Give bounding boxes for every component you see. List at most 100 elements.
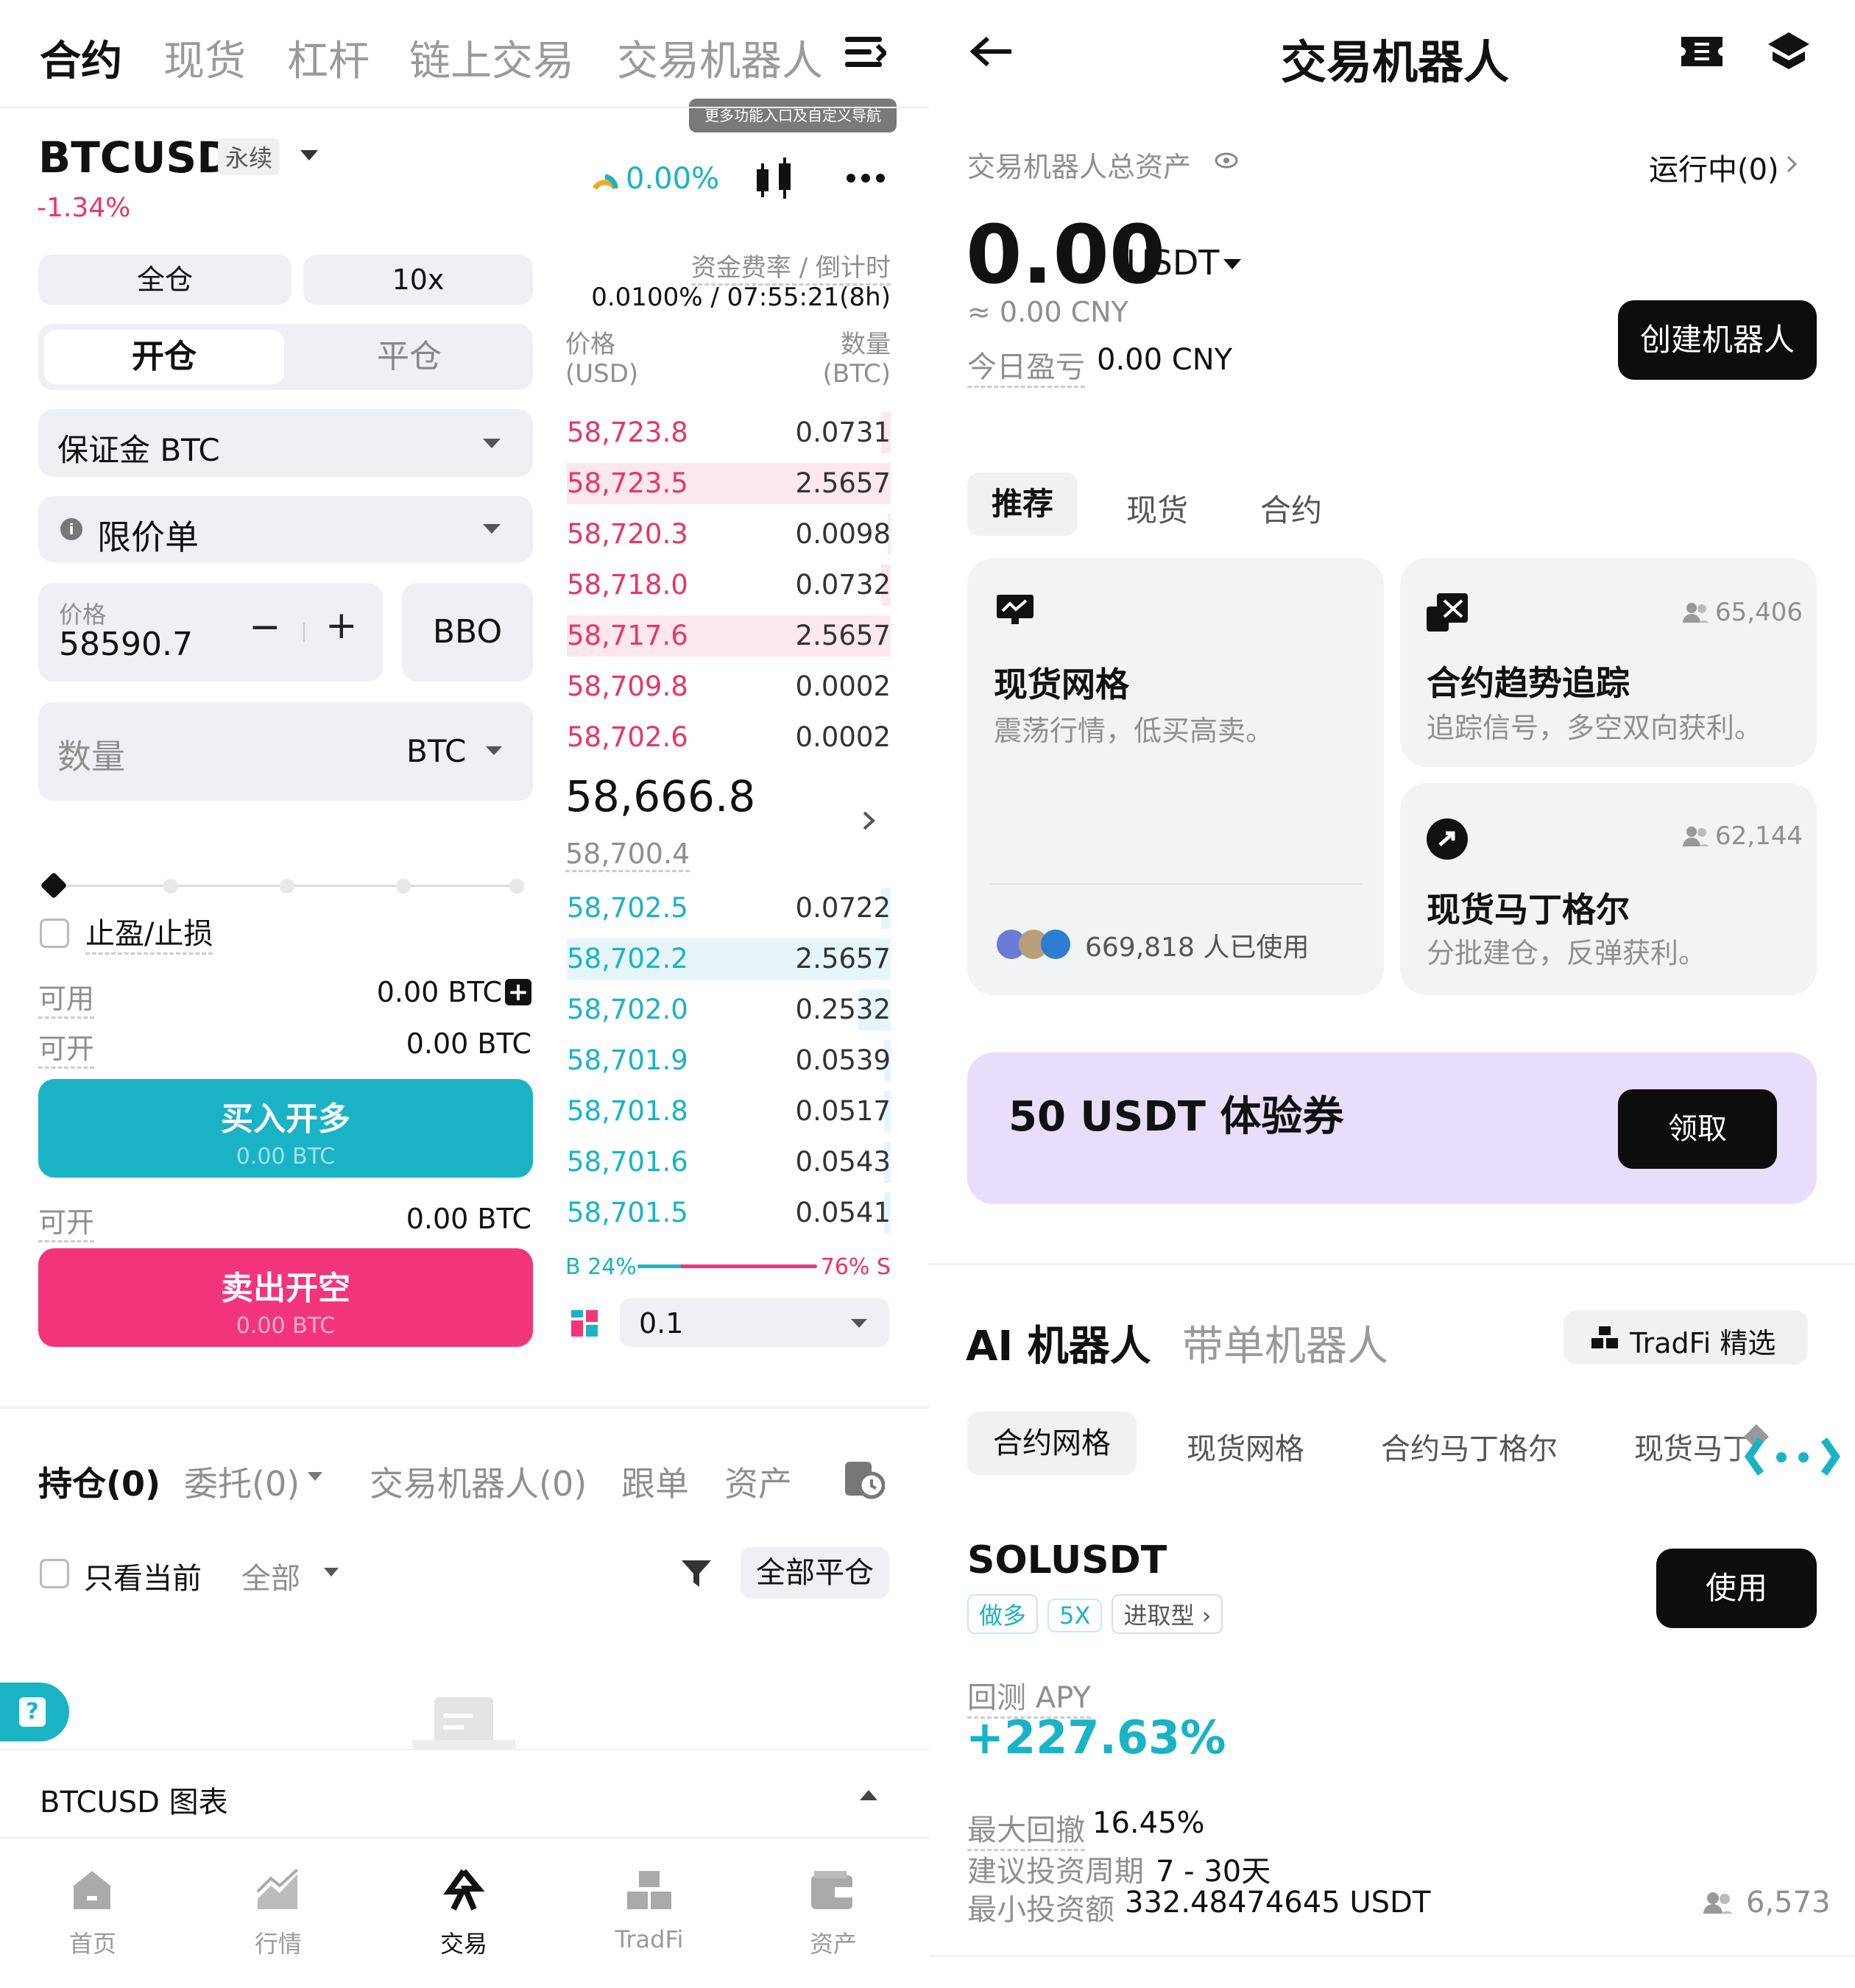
chevron-right-icon[interactable] [861, 810, 877, 832]
only-current-checkbox[interactable] [40, 1559, 69, 1588]
tab-spot-grid[interactable]: 现货网格 [1187, 1425, 1304, 1468]
chart-bar-label[interactable]: BTCUSD 图表 [40, 1778, 228, 1821]
order-type-select[interactable]: i 限价单 [38, 496, 533, 562]
tpsl-checkbox[interactable] [40, 919, 69, 948]
tab-futures-grid[interactable]: 合约网格 [967, 1412, 1137, 1475]
chevron-down-icon[interactable] [308, 1472, 322, 1481]
quantity-unit[interactable]: BTC [406, 733, 466, 769]
ai-assistant-icon[interactable] [1744, 1431, 1841, 1482]
tab-futures[interactable]: 合约 [40, 28, 122, 88]
ask-row[interactable]: 58,723.5 2.5657 [567, 460, 891, 504]
nav-tradfi[interactable]: TradFi [576, 1925, 723, 1953]
margin-mode-button[interactable]: 全仓 [38, 255, 292, 305]
chevron-up-icon[interactable] [860, 1790, 877, 1800]
quantity-slider[interactable] [40, 871, 524, 901]
market-icon[interactable] [256, 1868, 300, 1911]
ticket-icon[interactable] [1680, 35, 1724, 68]
tab-margin[interactable]: 杠杆 [287, 28, 370, 88]
buy-long-button[interactable]: 买入开多 0.00 BTC [38, 1079, 533, 1178]
nav-home[interactable]: 首页 [19, 1925, 166, 1959]
price-input[interactable]: 价格 58590.7 − + [38, 583, 383, 682]
tab-positions[interactable]: 持仓(0) [38, 1457, 160, 1506]
margin-currency-select[interactable]: 保证金 BTC [38, 409, 533, 477]
all-filter[interactable]: 全部 [241, 1554, 300, 1597]
use-strategy-button[interactable]: 使用 [1656, 1549, 1817, 1628]
bid-row[interactable]: 58,701.8 0.0517 [567, 1088, 891, 1132]
chevron-right-icon[interactable] [1786, 155, 1798, 174]
tutorial-icon[interactable] [1767, 31, 1811, 72]
layout-icon[interactable] [571, 1310, 599, 1338]
spot-grid-card[interactable]: 现货网格 震荡行情，低买高卖。 669,818 人已使用 [967, 558, 1384, 995]
tab-recommended[interactable]: 推荐 [967, 473, 1078, 536]
running-count[interactable]: 运行中(0) [1649, 146, 1779, 188]
ask-row[interactable]: 58,717.6 2.5657 [567, 612, 891, 657]
spot-martingale-card[interactable]: 62,144 现货马丁格尔 分批建仓，反弹获利。 [1400, 783, 1817, 995]
tab-copy[interactable]: 跟单 [621, 1457, 689, 1506]
tab-spot[interactable]: 现货 [163, 28, 246, 88]
tag-risk[interactable]: 进取型 › [1112, 1594, 1223, 1634]
tradfi-icon[interactable] [624, 1870, 674, 1911]
add-icon[interactable]: + [505, 979, 531, 1005]
ask-row[interactable]: 58,718.0 0.0732 [567, 562, 891, 606]
create-bot-button[interactable]: 创建机器人 [1618, 300, 1817, 380]
last-price[interactable]: 58,666.8 [565, 771, 755, 821]
tab-futures-bots[interactable]: 合约 [1260, 486, 1322, 531]
leverage-button[interactable]: 10x [303, 255, 533, 305]
tab-bots[interactable]: 交易机器人(0) [370, 1457, 587, 1506]
precision-select[interactable]: 0.1 [620, 1298, 889, 1347]
menu-icon[interactable] [845, 35, 888, 69]
tab-spot-bots[interactable]: 现货 [1126, 486, 1188, 531]
chevron-down-icon[interactable] [1223, 259, 1241, 269]
futures-trend-card[interactable]: 65,406 合约趋势追踪 追踪信号，多空双向获利。 [1400, 558, 1817, 767]
tab-orders[interactable]: 委托(0) [184, 1457, 300, 1506]
nav-assets[interactable]: 资产 [760, 1925, 907, 1959]
ask-row[interactable]: 58,723.8 0.0731 [567, 409, 891, 453]
claim-button[interactable]: 领取 [1618, 1089, 1777, 1169]
tradfi-picks-button[interactable]: TradFi 精选 [1564, 1310, 1808, 1365]
nav-trade[interactable]: 交易 [390, 1925, 537, 1959]
ask-row[interactable]: 58,709.8 0.0002 [567, 663, 891, 707]
chevron-down-icon[interactable] [324, 1568, 339, 1577]
nav-market[interactable]: 行情 [205, 1925, 352, 1959]
slider-handle[interactable] [40, 871, 68, 899]
total-assets-unit[interactable]: USDT [1126, 243, 1219, 283]
ask-row[interactable]: 58,702.6 0.0002 [567, 714, 891, 758]
chevron-down-icon[interactable] [300, 150, 318, 160]
quantity-input[interactable]: 数量 BTC [38, 702, 533, 801]
tab-close-position[interactable]: 平仓 [292, 330, 527, 384]
bid-row[interactable]: 58,701.9 0.0539 [567, 1037, 891, 1081]
increment-button[interactable]: + [325, 604, 358, 648]
eye-icon[interactable] [1215, 152, 1238, 169]
promo-banner[interactable]: 50 USDT 体验券 领取 [967, 1053, 1817, 1204]
tab-trading-bot[interactable]: 交易机器人 [617, 28, 823, 88]
tab-futures-martingale[interactable]: 合约马丁格尔 [1381, 1425, 1558, 1468]
bid-row[interactable]: 58,701.5 0.0541 [567, 1189, 891, 1234]
home-icon[interactable] [71, 1870, 113, 1911]
back-arrow-icon[interactable] [969, 35, 1013, 68]
filter-icon[interactable] [680, 1557, 713, 1590]
sell-short-button[interactable]: 卖出开空 0.00 BTC [38, 1248, 533, 1347]
trade-icon[interactable] [443, 1869, 485, 1911]
assets-icon[interactable] [810, 1870, 854, 1911]
candlestick-icon[interactable] [752, 156, 796, 202]
tab-copy-bots[interactable]: 带单机器人 [1182, 1313, 1388, 1373]
help-button[interactable]: ? [0, 1683, 69, 1741]
symbol-title[interactable]: BTCUSD [38, 132, 232, 183]
tab-assets[interactable]: 资产 [724, 1457, 792, 1506]
bbo-button[interactable]: BBO [402, 583, 533, 682]
only-current-label[interactable]: 只看当前 [84, 1554, 202, 1597]
bid-row[interactable]: 58,701.6 0.0543 [567, 1139, 891, 1183]
tpsl-label[interactable]: 止盈/止损 [85, 910, 213, 955]
decrement-button[interactable]: − [249, 605, 281, 649]
ask-row[interactable]: 58,720.3 0.0098 [567, 511, 891, 555]
close-all-button[interactable]: 全部平仓 [741, 1547, 889, 1599]
bid-row[interactable]: 58,702.0 0.2532 [567, 986, 891, 1030]
history-icon[interactable] [844, 1459, 886, 1500]
page-title: 交易机器人 [1281, 35, 1510, 89]
bid-row[interactable]: 58,702.2 2.5657 [567, 935, 891, 980]
tab-onchain[interactable]: 链上交易 [409, 28, 574, 88]
tab-ai-bots[interactable]: AI 机器人 [966, 1313, 1151, 1373]
tab-open-position[interactable]: 开仓 [44, 330, 284, 384]
bid-row[interactable]: 58,702.5 0.0722 [567, 885, 891, 929]
more-icon[interactable] [845, 172, 886, 184]
